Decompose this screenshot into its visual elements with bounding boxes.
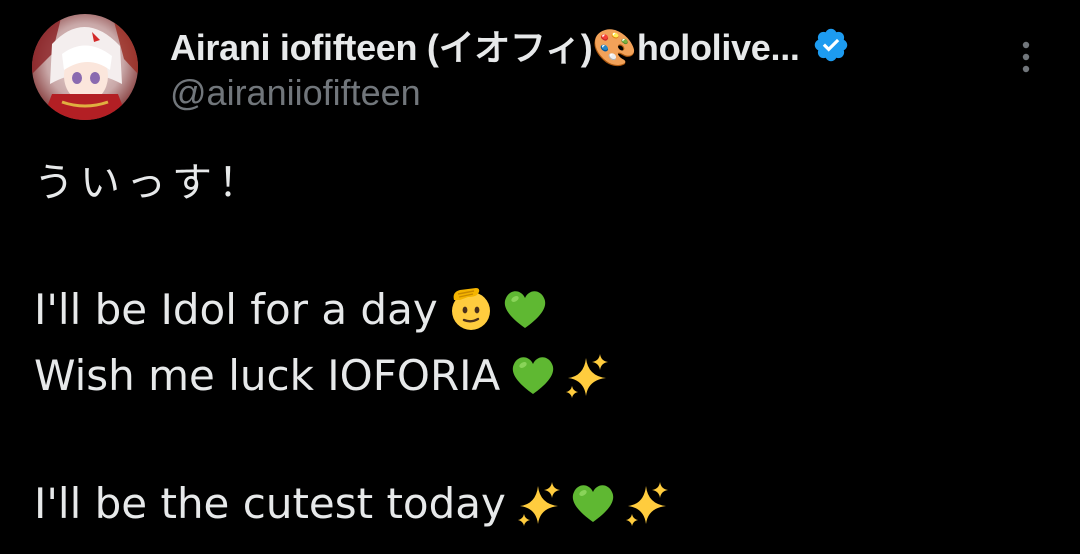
verified-badge-icon[interactable]: [812, 26, 850, 64]
display-name[interactable]: Airani iofifteen (イオフィ)🎨hololive...: [170, 19, 800, 71]
post-text-line-1: ういっす！: [34, 150, 264, 208]
green-heart-emoji-icon: [568, 478, 618, 528]
sparkles-emoji-icon: [622, 478, 672, 528]
post-text-line-2: I'll be Idol for a day: [34, 284, 550, 334]
sparkles-emoji-icon: [514, 478, 564, 528]
tweet: Airani iofifteen (イオフィ)🎨hololive... @air…: [0, 0, 1080, 554]
avatar-image: [32, 14, 138, 120]
green-heart-emoji-icon: [508, 350, 558, 400]
display-name-row[interactable]: Airani iofifteen (イオフィ)🎨hololive...: [170, 20, 850, 70]
saluting-face-emoji-icon: [446, 284, 496, 334]
avatar[interactable]: [32, 14, 138, 120]
post-line-3-text: Wish me luck IOFORIA: [34, 350, 501, 400]
post-line-1-text: ういっす！: [34, 160, 264, 206]
sparkles-emoji-icon: [562, 350, 612, 400]
post-text-line-4: I'll be the cutest today: [34, 478, 672, 528]
post-text-line-3: Wish me luck IOFORIA: [34, 350, 612, 400]
green-heart-emoji-icon: [500, 284, 550, 334]
user-handle[interactable]: @airaniiofifteen: [170, 72, 421, 114]
more-options-icon[interactable]: [1012, 38, 1040, 78]
post-line-4-text: I'll be the cutest today: [34, 478, 506, 528]
post-line-2-text: I'll be Idol for a day: [34, 284, 438, 334]
